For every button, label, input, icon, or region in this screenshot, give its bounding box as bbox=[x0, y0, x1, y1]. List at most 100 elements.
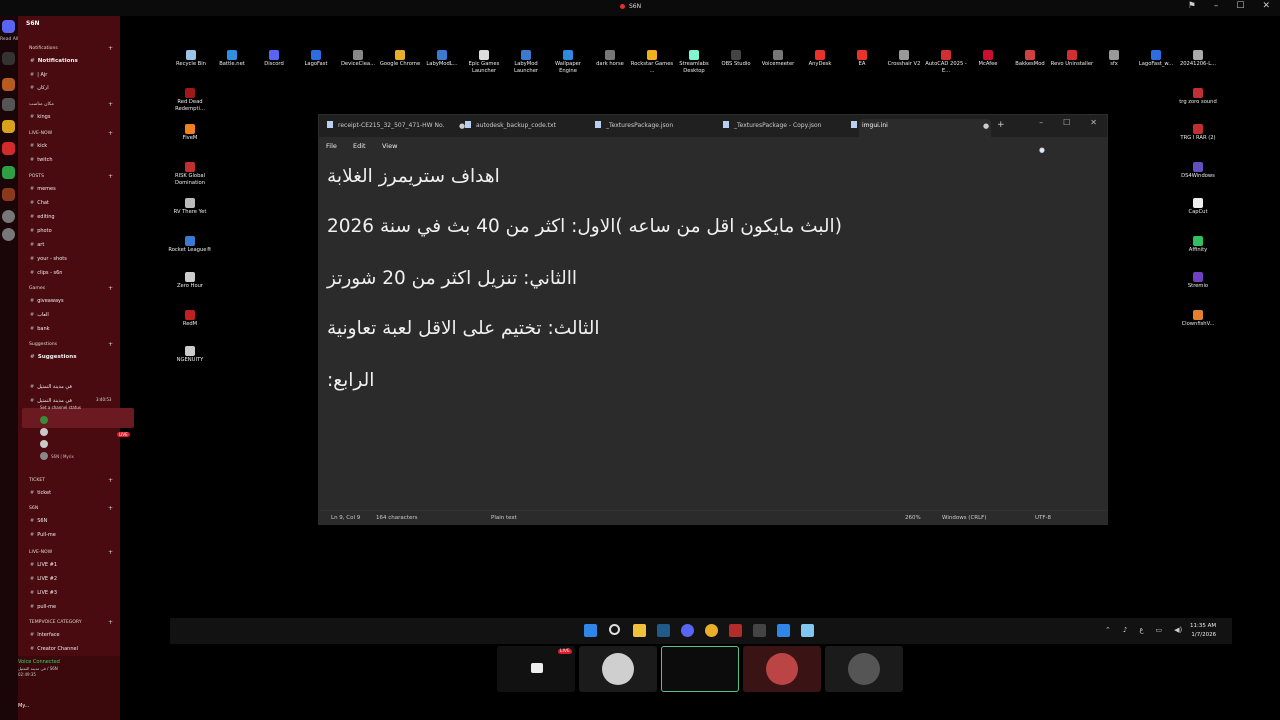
desktop-shortcut[interactable]: sfx bbox=[1092, 50, 1136, 68]
desktop-shortcut[interactable]: DeviceClea... bbox=[336, 50, 380, 68]
desktop-shortcut[interactable]: TRG I RAR (2) bbox=[1176, 124, 1220, 142]
channel-category[interactable]: LIVE-NOW bbox=[29, 131, 52, 136]
channel-item[interactable]: # twitch bbox=[30, 157, 53, 163]
settings-gear-icon[interactable]: ⚙ bbox=[1039, 146, 1045, 154]
desktop-shortcut[interactable]: 20241206-L... bbox=[1176, 50, 1220, 68]
new-tab-button[interactable]: + bbox=[997, 120, 1005, 130]
steam-icon[interactable] bbox=[657, 624, 670, 637]
tab-4[interactable]: imgui.ini bbox=[851, 121, 888, 129]
server-icon[interactable] bbox=[2, 142, 15, 155]
add-channel-icon[interactable]: + bbox=[108, 173, 113, 180]
add-server-icon[interactable] bbox=[2, 210, 15, 223]
channel-item[interactable]: # editing bbox=[30, 214, 55, 220]
text-line[interactable]: االثاني: تنزيل اكثر من 20 شورتز bbox=[327, 268, 577, 289]
app-icon[interactable] bbox=[777, 624, 790, 637]
add-channel-icon[interactable]: + bbox=[108, 101, 113, 108]
discord-icon[interactable] bbox=[681, 624, 694, 637]
channel-category[interactable]: مكان مناسب bbox=[29, 102, 54, 107]
channel-item[interactable]: # في مدينة التمثيل bbox=[30, 384, 72, 390]
text-line[interactable]: اهداف ستريمرز الغلابة bbox=[327, 166, 500, 187]
channel-item[interactable]: # اركان bbox=[30, 85, 49, 91]
add-channel-icon[interactable]: + bbox=[108, 549, 113, 556]
server-icon[interactable] bbox=[2, 188, 15, 201]
channel-item[interactable]: # Interface bbox=[30, 632, 60, 638]
desktop-shortcut[interactable]: OBS Studio bbox=[714, 50, 758, 68]
close-icon[interactable]: ✕ bbox=[1262, 1, 1270, 11]
desktop-shortcut[interactable]: Rockstar Games ... bbox=[630, 50, 674, 75]
stream-thumbnail[interactable] bbox=[825, 646, 903, 692]
encoding[interactable]: UTF-8 bbox=[1035, 515, 1051, 521]
server-icon[interactable] bbox=[2, 166, 15, 179]
server-name[interactable]: S6N bbox=[26, 20, 40, 27]
line-ending[interactable]: Windows (CRLF) bbox=[942, 515, 986, 521]
app-icon[interactable] bbox=[729, 624, 742, 637]
channel-item[interactable]: # | Ajr bbox=[30, 72, 47, 78]
tab-3[interactable]: _TexturesPackage - Copy.json bbox=[723, 121, 821, 129]
text-editor[interactable]: اهداف ستريمرز الغلابة (البث مايكون اقل م… bbox=[319, 155, 1107, 510]
channel-item[interactable]: # kick bbox=[30, 143, 47, 149]
server-icon[interactable] bbox=[2, 52, 15, 65]
minimize-icon[interactable]: – bbox=[1039, 118, 1043, 127]
explore-icon[interactable] bbox=[2, 228, 15, 241]
desktop-shortcut[interactable]: LagoFast bbox=[294, 50, 338, 68]
maximize-icon[interactable]: ☐ bbox=[1063, 118, 1070, 127]
desktop-shortcut[interactable]: AnyDesk bbox=[798, 50, 842, 68]
menu-edit[interactable]: Edit bbox=[353, 142, 366, 150]
desktop-shortcut[interactable]: Voicemeeter bbox=[756, 50, 800, 68]
desktop-shortcut[interactable]: Affinity bbox=[1176, 236, 1220, 254]
chrome-icon[interactable] bbox=[705, 624, 718, 637]
channel-item[interactable]: # art bbox=[30, 242, 44, 248]
channel-item[interactable]: # your - shots bbox=[30, 256, 67, 262]
channel-category[interactable]: TEMPVOICE CATEGORY bbox=[29, 620, 82, 625]
channel-item[interactable]: # memes bbox=[30, 186, 56, 192]
desktop-shortcut[interactable]: McAfee bbox=[966, 50, 1010, 68]
desktop-shortcut[interactable]: Battle.net bbox=[210, 50, 254, 68]
tab-2[interactable]: _TexturesPackage.json bbox=[595, 121, 673, 129]
desktop-shortcut[interactable]: RV There Yet bbox=[168, 198, 212, 216]
desktop-shortcut[interactable]: Epic Games Launcher bbox=[462, 50, 506, 75]
voice-user[interactable] bbox=[40, 428, 48, 436]
mic-icon[interactable]: ♪ bbox=[1123, 626, 1127, 634]
menu-file[interactable]: File bbox=[326, 142, 337, 150]
channel-category[interactable]: POSTS bbox=[29, 174, 44, 179]
channel-item[interactable]: # bank bbox=[30, 326, 50, 332]
desktop-shortcut[interactable]: Wallpaper Engine bbox=[546, 50, 590, 75]
stream-thumbnail[interactable] bbox=[661, 646, 739, 692]
server-icon[interactable] bbox=[2, 98, 15, 111]
channel-item[interactable]: # Notifications bbox=[30, 58, 78, 64]
channel-item[interactable]: # ticket bbox=[30, 490, 51, 496]
notepad-icon[interactable] bbox=[801, 624, 814, 637]
desktop-shortcut[interactable]: BakkesMod bbox=[1008, 50, 1052, 68]
channel-item[interactable]: # Creator Channel bbox=[30, 646, 78, 652]
start-button-icon[interactable] bbox=[584, 624, 597, 637]
channel-item[interactable]: # S6N bbox=[30, 518, 47, 524]
channel-category[interactable]: Notifications bbox=[29, 46, 58, 51]
desktop-shortcut[interactable]: trg zoro sound bbox=[1176, 88, 1220, 106]
add-channel-icon[interactable]: + bbox=[108, 619, 113, 626]
desktop-shortcut[interactable]: LabyModL... bbox=[420, 50, 464, 68]
desktop-shortcut[interactable]: Rocket League® bbox=[168, 236, 212, 254]
desktop-shortcut[interactable]: DS4Windows bbox=[1176, 162, 1220, 180]
desktop-shortcut[interactable]: RISK Global Domination bbox=[168, 162, 212, 187]
channel-item[interactable]: # العاب bbox=[30, 312, 49, 318]
desktop-shortcut[interactable]: Crosshair V2 bbox=[882, 50, 926, 68]
voice-user[interactable]: S6N | Myrix bbox=[40, 452, 74, 460]
zoom-level[interactable]: 260% bbox=[905, 515, 921, 521]
desktop-shortcut[interactable]: Streamlabs Desktop bbox=[672, 50, 716, 75]
desktop-shortcut[interactable]: dark horse bbox=[588, 50, 632, 68]
desktop-shortcut[interactable]: ClownfishV... bbox=[1176, 310, 1220, 328]
desktop-shortcut[interactable]: Google Chrome bbox=[378, 50, 422, 68]
desktop-shortcut[interactable]: Discord bbox=[252, 50, 296, 68]
selected-voice-channel[interactable] bbox=[22, 408, 134, 428]
add-channel-icon[interactable]: + bbox=[108, 341, 113, 348]
server-icon[interactable] bbox=[2, 120, 15, 133]
desktop-shortcut[interactable]: CapCut bbox=[1176, 198, 1220, 216]
desktop-shortcut[interactable]: LabyMod Launcher bbox=[504, 50, 548, 75]
channel-item[interactable]: # Pull-me bbox=[30, 532, 56, 538]
search-icon[interactable] bbox=[609, 624, 620, 635]
close-icon[interactable]: ✕ bbox=[1090, 118, 1097, 127]
channel-category[interactable]: TICKET bbox=[29, 478, 45, 483]
channel-status[interactable]: Set a channel status bbox=[40, 405, 81, 410]
stream-thumbnail[interactable] bbox=[579, 646, 657, 692]
desktop-shortcut[interactable]: EA bbox=[840, 50, 884, 68]
